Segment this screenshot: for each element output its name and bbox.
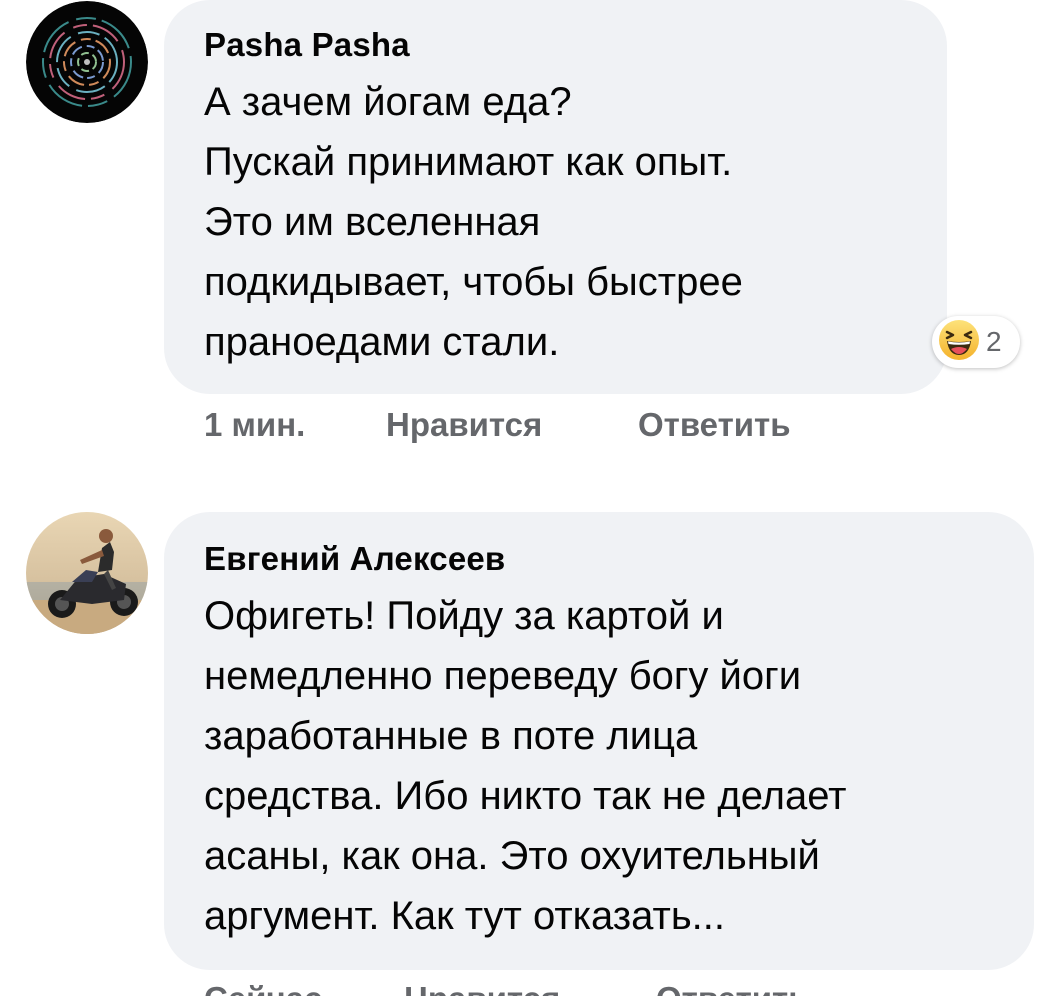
like-button[interactable]: Нравится (404, 980, 560, 996)
comment-text-line: асаны, как она. Это охуительный (204, 834, 820, 878)
comment-text-line: заработанные в поте лица (204, 714, 698, 758)
comment-text-line: праноедами стали. (204, 320, 560, 364)
comment-author[interactable]: Евгений Алексеев (204, 540, 505, 578)
comment-timestamp[interactable]: Сейчас (204, 980, 322, 996)
comment-text-line: средства. Ибо никто так не делает (204, 774, 847, 818)
avatar[interactable] (26, 1, 148, 123)
comment-text-line: Офигеть! Пойду за картой и (204, 594, 724, 638)
reply-button[interactable]: Ответить (656, 980, 809, 996)
comment-text: Офигеть! Пойду за картой и немедленно пе… (204, 586, 846, 946)
reaction-badge[interactable]: 2 (932, 316, 1020, 368)
comment-text-line: Пускай принимают как опыт. (204, 140, 733, 184)
comment-author[interactable]: Pasha Pasha (204, 26, 410, 64)
comment-timestamp[interactable]: 1 мин. (204, 406, 305, 444)
comment-text-line: подкидывает, чтобы быстрее (204, 260, 743, 304)
reply-button[interactable]: Ответить (638, 406, 791, 444)
like-button[interactable]: Нравится (386, 406, 542, 444)
avatar[interactable] (26, 512, 148, 634)
comment-text-line: немедленно переведу богу йоги (204, 654, 802, 698)
comments-thread: Pasha Pasha А зачем йогам еда? Пускай пр… (0, 0, 1061, 996)
laughing-emoji-icon (938, 319, 980, 366)
comment-actions: Сейчас Нравится Ответить (204, 980, 904, 996)
comment-actions: 1 мин. Нравится Ответить (204, 406, 904, 446)
reaction-count: 2 (986, 326, 1002, 357)
comment-text-line: аргумент. Как тут отказать... (204, 894, 726, 938)
comment-text: А зачем йогам еда? Пускай принимают как … (204, 72, 743, 372)
comment-text-line: Это им вселенная (204, 200, 541, 244)
comment-text-line: А зачем йогам еда? (204, 80, 572, 124)
